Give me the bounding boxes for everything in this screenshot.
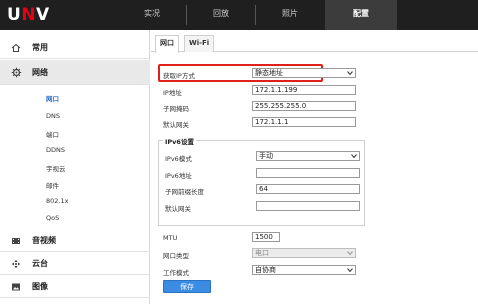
- nav-tab-config[interactable]: 配置: [325, 0, 397, 30]
- mtu-label: MTU: [163, 234, 178, 242]
- top-nav-bar: UNV 实况 回放 照片 配置: [0, 0, 478, 30]
- nav-tab-playback[interactable]: 回放: [187, 0, 255, 30]
- tab-bar: 网口 Wi-Fi: [151, 30, 478, 53]
- sidebar-item-image[interactable]: 图像: [0, 276, 150, 298]
- port-type-value: 电口: [255, 249, 269, 257]
- save-button[interactable]: 保存: [163, 280, 211, 293]
- gateway-label: 默认网关: [163, 121, 189, 129]
- nav-tab-photo[interactable]: 照片: [256, 0, 324, 30]
- sidebar-subitem-ddns[interactable]: DDNS: [46, 146, 65, 154]
- sidebar-subitem-8021x[interactable]: 802.1x: [46, 197, 68, 205]
- ip-address-input[interactable]: 172.1.1.199: [252, 85, 356, 95]
- film-icon: [9, 234, 23, 248]
- sidebar-item-ptz[interactable]: 云台: [0, 253, 150, 275]
- sidebar-subitem-qos[interactable]: QoS: [46, 214, 59, 222]
- tab-wifi[interactable]: Wi-Fi: [184, 35, 215, 52]
- ipv6-gateway-input[interactable]: [256, 201, 360, 211]
- ptz-icon: [9, 257, 23, 271]
- ip-address-label: IP地址: [163, 89, 182, 97]
- subnet-mask-input[interactable]: 255.255.255.0: [252, 101, 356, 111]
- sidebar-subitem-ports[interactable]: 端口: [46, 129, 59, 139]
- sidebar-item-network[interactable]: 网络: [0, 60, 150, 85]
- sidebar-item-label: 云台: [32, 259, 48, 268]
- port-type-label: 网口类型: [163, 252, 189, 260]
- subnet-mask-label: 子网掩码: [163, 105, 189, 113]
- home-icon: [9, 41, 23, 55]
- work-mode-value: 自协商: [255, 266, 276, 274]
- ipv6-group-title: IPv6设置: [163, 136, 196, 146]
- port-type-select: 电口: [252, 248, 356, 258]
- ip-mode-select[interactable]: 静态地址: [252, 68, 356, 78]
- sidebar-item-common[interactable]: 常用: [0, 37, 150, 59]
- sidebar-item-label: 音视频: [32, 236, 56, 245]
- ipv6-mode-label: IPv6模式: [165, 155, 192, 163]
- image-icon: [9, 280, 23, 294]
- work-mode-select[interactable]: 自协商: [252, 265, 356, 275]
- chevron-down-icon: [347, 268, 353, 273]
- work-mode-label: 工作模式: [163, 269, 189, 277]
- ip-mode-label: 获取IP方式: [163, 72, 195, 80]
- sidebar-subitem-email[interactable]: 邮件: [46, 180, 59, 190]
- gateway-input[interactable]: 172.1.1.1: [252, 117, 356, 127]
- sidebar-item-label: 图像: [32, 282, 48, 291]
- sidebar-item-label: 常用: [32, 43, 48, 52]
- sidebar: 常用 网络 网口 DNS 端口 DDNS 宇视云 邮件 802.1x QoS 音…: [0, 30, 150, 304]
- ipv6-gateway-label: 默认网关: [165, 205, 191, 213]
- tab-port[interactable]: 网口: [155, 35, 179, 53]
- ip-mode-value: 静态地址: [255, 69, 283, 77]
- ipv6-prefix-label: 子网前缀长度: [165, 188, 204, 196]
- chevron-down-icon: [351, 154, 357, 159]
- gear-icon: [9, 65, 23, 79]
- ipv6-mode-select[interactable]: 手动: [256, 151, 360, 161]
- sidebar-subitem-dns[interactable]: DNS: [46, 112, 60, 120]
- ipv6-prefix-input[interactable]: 64: [256, 184, 360, 194]
- chevron-down-icon: [347, 71, 353, 76]
- sidebar-item-label: 网络: [32, 67, 48, 77]
- ipv6-address-label: IPv6地址: [165, 172, 192, 180]
- chevron-down-icon: [347, 251, 353, 256]
- nav-tab-live[interactable]: 实况: [118, 0, 186, 30]
- brand-logo: UNV: [7, 5, 50, 25]
- sidebar-subitem-cloud[interactable]: 宇视云: [46, 163, 66, 173]
- config-panel: 网口 Wi-Fi 获取IP方式 静态地址 IP地址 172.1.1.199 子网…: [151, 30, 478, 304]
- mtu-input[interactable]: 1500: [252, 232, 280, 242]
- sidebar-item-audio-video[interactable]: 音视频: [0, 230, 150, 252]
- sidebar-subitem-port[interactable]: 网口: [46, 93, 59, 103]
- ipv6-mode-value: 手动: [259, 152, 273, 160]
- ipv6-address-input[interactable]: [256, 168, 360, 178]
